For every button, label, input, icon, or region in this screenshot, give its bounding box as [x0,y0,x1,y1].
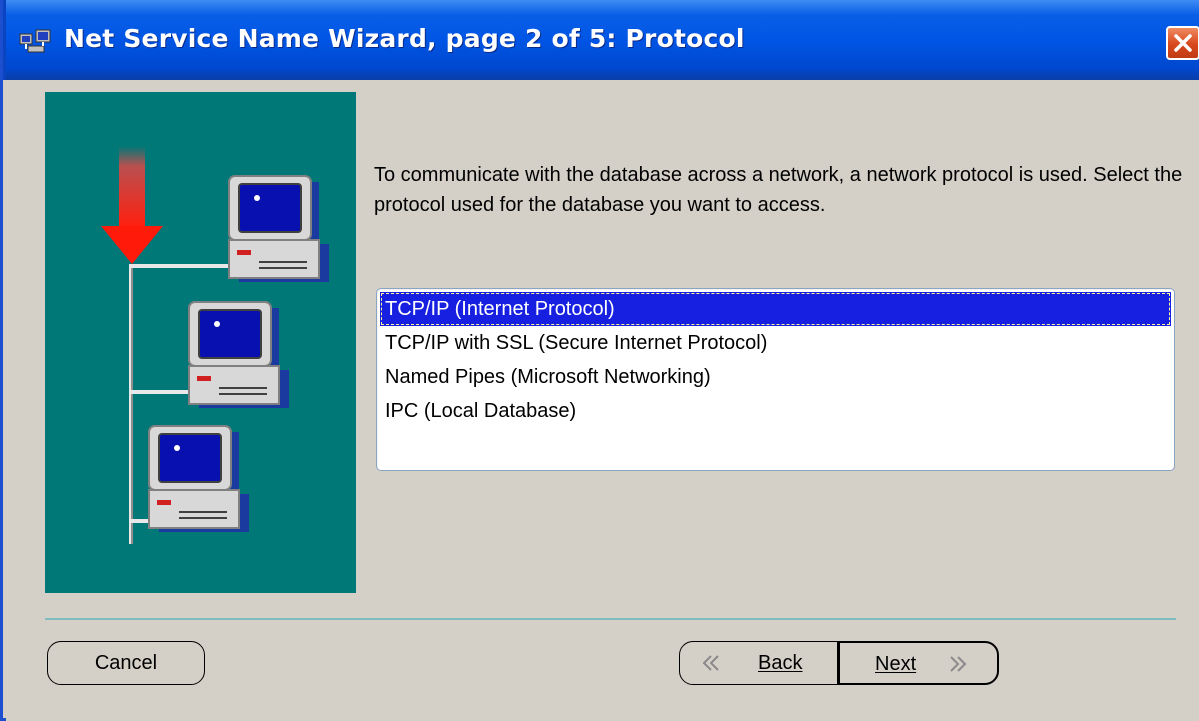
title-bar[interactable]: Net Service Name Wizard, page 2 of 5: Pr… [3,0,1199,80]
chevron-right-icon [950,656,967,672]
list-item[interactable]: TCP/IP with SSL (Secure Internet Protoco… [380,326,1171,360]
list-item[interactable]: TCP/IP (Internet Protocol) [380,292,1171,326]
list-item[interactable]: IPC (Local Database) [380,394,1171,428]
computer-icon [148,425,249,532]
divider [45,618,1176,620]
wizard-app-icon [19,29,51,53]
chevron-left-icon [702,655,719,671]
close-icon [1174,34,1192,52]
back-label: Back [758,652,803,674]
wizard-window: Net Service Name Wizard, page 2 of 5: Pr… [0,0,1199,721]
instruction-text: To communicate with the database across … [374,164,1183,216]
down-arrow-icon [101,146,163,264]
computer-icon [228,175,329,282]
back-button[interactable]: Back [679,641,838,685]
protocol-list[interactable]: TCP/IP (Internet Protocol) TCP/IP with S… [376,288,1175,471]
next-label: Next [875,653,917,675]
cancel-button[interactable]: Cancel [47,641,205,685]
list-item[interactable]: Named Pipes (Microsoft Networking) [380,360,1171,394]
next-button[interactable]: Next [838,641,999,685]
network-diagram-icon [101,146,329,544]
computer-icon [188,301,289,408]
network-illustration [45,92,356,593]
window-title: Net Service Name Wizard, page 2 of 5: Pr… [64,24,745,53]
navigation-buttons: Back Next [679,641,999,685]
wizard-body: To communicate with the database across … [6,80,1199,721]
close-button[interactable] [1166,26,1199,60]
